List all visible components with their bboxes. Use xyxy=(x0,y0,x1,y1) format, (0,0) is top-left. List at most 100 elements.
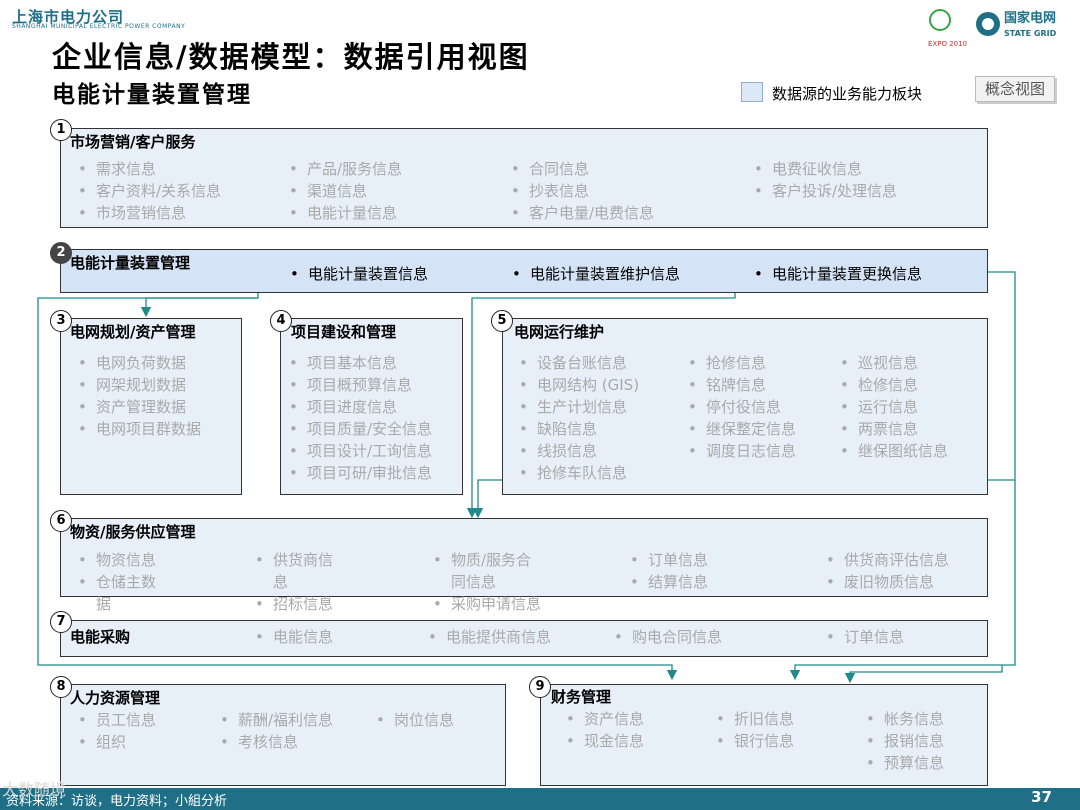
section-title: 电能计量装置管理 xyxy=(70,254,191,272)
list-item: 需求信息 xyxy=(78,158,156,180)
list-item: 缺陷信息 xyxy=(519,418,597,440)
section-title: 市场营销/客户服务 xyxy=(70,133,196,151)
list-item: 岗位信息 xyxy=(376,709,454,731)
list-item: 息 xyxy=(273,573,289,591)
list-item: 客户投诉/处理信息 xyxy=(754,180,897,202)
page-title: 企业信息/数据模型：数据引用视图 xyxy=(52,40,530,74)
list-item: 电能计量装置维护信息 xyxy=(512,263,680,285)
list-item: 招标信息 xyxy=(255,593,333,615)
section-number: 3 xyxy=(50,310,72,332)
page-subtitle: 电能计量装置管理 xyxy=(52,82,252,108)
list-item: 设备台账信息 xyxy=(519,352,627,374)
list-item: 铭牌信息 xyxy=(688,374,766,396)
expo-logo-icon: EXPO 2010 国家电网 STATE GRID xyxy=(928,9,1057,48)
list-item: 电网结构 (GIS) xyxy=(519,374,639,396)
list-item: 仓储主数 xyxy=(78,571,156,593)
section-title: 电网运行维护 xyxy=(514,323,605,341)
expo-logo-text: EXPO 2010 xyxy=(928,40,967,48)
list-item: 物质/服务合 xyxy=(433,549,531,571)
section-number: 4 xyxy=(270,310,292,332)
list-item: 电费征收信息 xyxy=(754,158,862,180)
section-number: 1 xyxy=(50,119,72,141)
legend-label: 数据源的业务能力板块 xyxy=(772,85,923,103)
list-item: 生产计划信息 xyxy=(519,396,627,418)
list-item: 物资信息 xyxy=(78,549,156,571)
list-item: 考核信息 xyxy=(220,731,298,753)
list-item: 网架规划数据 xyxy=(78,374,186,396)
list-item: 两票信息 xyxy=(840,418,918,440)
list-item: 检修信息 xyxy=(840,374,918,396)
list-item: 电能计量装置信息 xyxy=(290,263,428,285)
section-title: 物资/服务供应管理 xyxy=(70,523,196,541)
list-item: 客户电量/电费信息 xyxy=(511,202,654,224)
list-item: 购电合同信息 xyxy=(614,626,722,648)
section-title: 电能采购 xyxy=(70,628,131,646)
list-item: 项目质量/安全信息 xyxy=(289,418,432,440)
list-item: 订单信息 xyxy=(826,626,904,648)
section-title: 财务管理 xyxy=(551,688,612,706)
state-grid-en: STATE GRID xyxy=(1004,29,1057,38)
list-item: 线损信息 xyxy=(519,440,597,462)
list-item: 电网负荷数据 xyxy=(78,352,186,374)
list-item: 合同信息 xyxy=(511,158,589,180)
page-number: 37 xyxy=(1031,788,1052,806)
list-item: 折旧信息 xyxy=(716,708,794,730)
source-note: 资料来源：访谈，电力资料；小組分析 xyxy=(6,794,228,809)
list-item: 现金信息 xyxy=(566,730,644,752)
list-item: 废旧物质信息 xyxy=(826,571,934,593)
list-item: 继保图纸信息 xyxy=(840,440,948,462)
list-item: 停付役信息 xyxy=(688,396,781,418)
section-title: 人力资源管理 xyxy=(70,689,161,707)
list-item: 帐务信息 xyxy=(866,708,944,730)
list-item: 采购申请信息 xyxy=(433,593,541,615)
section-number: 8 xyxy=(50,676,72,698)
section-number: 6 xyxy=(50,510,72,532)
list-item: 订单信息 xyxy=(630,549,708,571)
list-item: 产品/服务信息 xyxy=(289,158,402,180)
logo-area: EXPO 2010 国家电网 STATE GRID xyxy=(920,4,1070,50)
concept-view-button[interactable]: 概念视图 xyxy=(975,76,1055,102)
list-item: 抢修车队信息 xyxy=(519,462,627,484)
list-item: 市场营销信息 xyxy=(78,202,186,224)
section-number: 9 xyxy=(529,676,551,698)
list-item: 电能提供商信息 xyxy=(428,626,551,648)
list-item: 组织 xyxy=(78,731,126,753)
list-item: 渠道信息 xyxy=(289,180,367,202)
list-item: 抄表信息 xyxy=(511,180,589,202)
list-item: 资产管理数据 xyxy=(78,396,186,418)
list-item: 预算信息 xyxy=(866,752,944,774)
list-item: 据 xyxy=(96,595,112,613)
section-title: 项目建设和管理 xyxy=(291,323,397,341)
list-item: 电能信息 xyxy=(255,626,333,648)
list-item: 项目可研/审批信息 xyxy=(289,462,432,484)
list-item: 项目进度信息 xyxy=(289,396,397,418)
list-item: 电能计量信息 xyxy=(289,202,397,224)
legend-swatch xyxy=(741,82,763,102)
list-item: 电网项目群数据 xyxy=(78,418,201,440)
list-item: 员工信息 xyxy=(78,709,156,731)
list-item: 报销信息 xyxy=(866,730,944,752)
list-item: 同信息 xyxy=(451,573,497,591)
section-number: 5 xyxy=(491,310,513,332)
list-item: 资产信息 xyxy=(566,708,644,730)
list-item: 银行信息 xyxy=(716,730,794,752)
list-item: 项目概预算信息 xyxy=(289,374,412,396)
list-item: 客户资料/关系信息 xyxy=(78,180,221,202)
list-item: 继保整定信息 xyxy=(688,418,796,440)
section-number: 7 xyxy=(50,611,72,633)
section-title: 电网规划/资产管理 xyxy=(70,323,196,341)
list-item: 调度日志信息 xyxy=(688,440,796,462)
list-item: 供货商评估信息 xyxy=(826,549,949,571)
list-item: 结算信息 xyxy=(630,571,708,593)
list-item: 项目基本信息 xyxy=(289,352,397,374)
list-item: 巡视信息 xyxy=(840,352,918,374)
section-number: 2 xyxy=(50,242,72,264)
state-grid-cn: 国家电网 xyxy=(1004,10,1056,26)
company-name-en: SHANGHAI MUNICIPAL ELECTRIC POWER COMPAN… xyxy=(12,23,186,30)
list-item: 电能计量装置更换信息 xyxy=(754,263,922,285)
list-item: 薪酬/福利信息 xyxy=(220,709,333,731)
list-item: 运行信息 xyxy=(840,396,918,418)
list-item: 项目设计/工询信息 xyxy=(289,440,432,462)
list-item: 抢修信息 xyxy=(688,352,766,374)
list-item: 供货商信 xyxy=(255,549,333,571)
